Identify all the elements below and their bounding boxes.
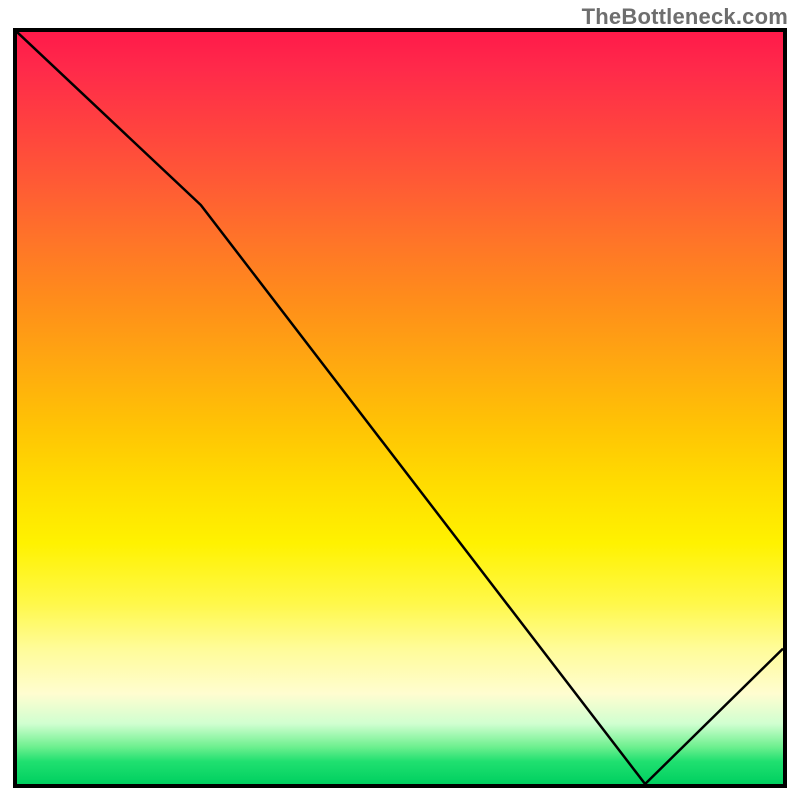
data-line — [17, 32, 783, 784]
watermark-text: TheBottleneck.com — [582, 4, 788, 30]
line-chart-svg — [17, 32, 783, 784]
plot-area — [13, 28, 787, 788]
chart-container: TheBottleneck.com — [0, 0, 800, 800]
